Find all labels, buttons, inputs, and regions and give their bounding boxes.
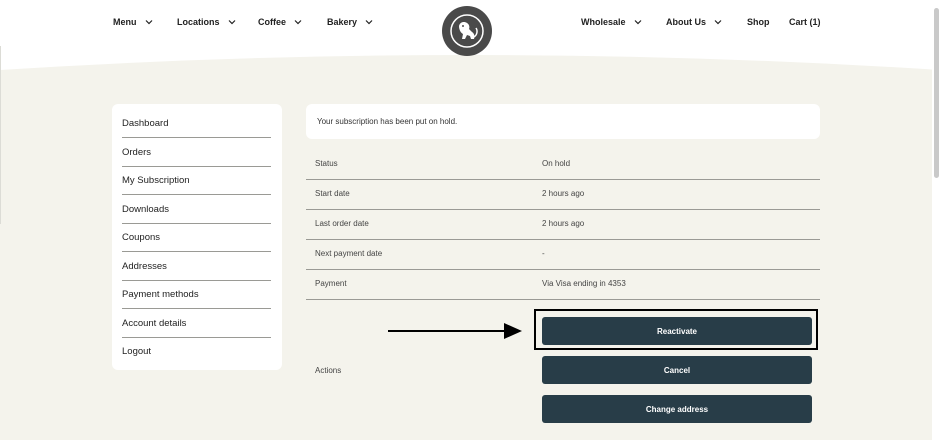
sidebar-item-dashboard[interactable]: Dashboard: [122, 118, 271, 138]
sidebar-item-addresses[interactable]: Addresses: [122, 261, 271, 281]
chevron-down-icon: [228, 20, 235, 25]
detail-value-next-payment-date: -: [542, 249, 545, 258]
chevron-down-icon: [714, 20, 722, 25]
detail-value-payment: Via Visa ending in 4353: [542, 279, 626, 288]
chevron-down-icon: [365, 20, 373, 25]
chevron-down-icon: [145, 20, 152, 25]
nav-locations[interactable]: Locations: [177, 17, 236, 27]
nav-shop[interactable]: Shop: [747, 17, 770, 27]
nav-cart[interactable]: Cart (1): [789, 17, 821, 27]
scrollbar[interactable]: [932, 0, 940, 440]
nav-menu-label: Menu: [113, 17, 137, 27]
detail-label-next-payment-date: Next payment date: [315, 249, 383, 258]
arrow-right-icon: [388, 323, 522, 339]
nav-wholesale-label: Wholesale: [581, 17, 626, 27]
row-divider: [306, 299, 820, 300]
detail-value-start-date: 2 hours ago: [542, 189, 585, 198]
logo-link[interactable]: [442, 6, 492, 56]
nav-about-us[interactable]: About Us: [666, 17, 722, 27]
detail-label-payment: Payment: [315, 279, 347, 288]
reactivate-button[interactable]: Reactivate: [542, 317, 812, 345]
sidebar-item-logout[interactable]: Logout: [122, 346, 271, 365]
hold-notice: Your subscription has been put on hold.: [306, 104, 820, 139]
nav-coffee-label: Coffee: [258, 17, 287, 27]
nav-cart-label: Cart (1): [789, 17, 821, 27]
detail-value-last-order-date: 2 hours ago: [542, 219, 585, 228]
nav-bakery[interactable]: Bakery: [327, 17, 373, 27]
nav-wholesale[interactable]: Wholesale: [581, 17, 642, 27]
detail-value-status: On hold: [542, 159, 571, 168]
detail-label-status: Status: [315, 159, 338, 168]
sidebar-item-payment-methods[interactable]: Payment methods: [122, 289, 271, 309]
row-divider: [306, 269, 820, 270]
detail-label-start-date: Start date: [315, 189, 350, 198]
change-address-button[interactable]: Change address: [542, 395, 812, 423]
actions-label: Actions: [315, 366, 342, 375]
detail-label-last-order-date: Last order date: [315, 219, 369, 228]
sidebar-item-my-subscription[interactable]: My Subscription: [122, 175, 271, 195]
scrollbar-thumb[interactable]: [934, 8, 939, 178]
cancel-button[interactable]: Cancel: [542, 356, 812, 384]
nav-about-us-label: About Us: [666, 17, 706, 27]
hold-notice-text: Your subscription has been put on hold.: [317, 117, 458, 126]
monkey-logo-icon: [450, 14, 484, 48]
sidebar-item-downloads[interactable]: Downloads: [122, 204, 271, 224]
sidebar-item-account-details[interactable]: Account details: [122, 318, 271, 338]
account-sidebar: Dashboard Orders My Subscription Downloa…: [112, 104, 282, 370]
chevron-down-icon: [294, 20, 302, 25]
left-edge-line: [0, 46, 1, 224]
row-divider: [306, 209, 820, 210]
sidebar-item-orders[interactable]: Orders: [122, 147, 271, 167]
nav-coffee[interactable]: Coffee: [258, 17, 302, 27]
nav-bakery-label: Bakery: [327, 17, 358, 27]
chevron-down-icon: [634, 20, 641, 25]
nav-shop-label: Shop: [747, 17, 770, 27]
sidebar-item-coupons[interactable]: Coupons: [122, 232, 271, 252]
row-divider: [306, 179, 820, 180]
row-divider: [306, 239, 820, 240]
nav-locations-label: Locations: [177, 17, 220, 27]
nav-menu[interactable]: Menu: [113, 17, 153, 27]
